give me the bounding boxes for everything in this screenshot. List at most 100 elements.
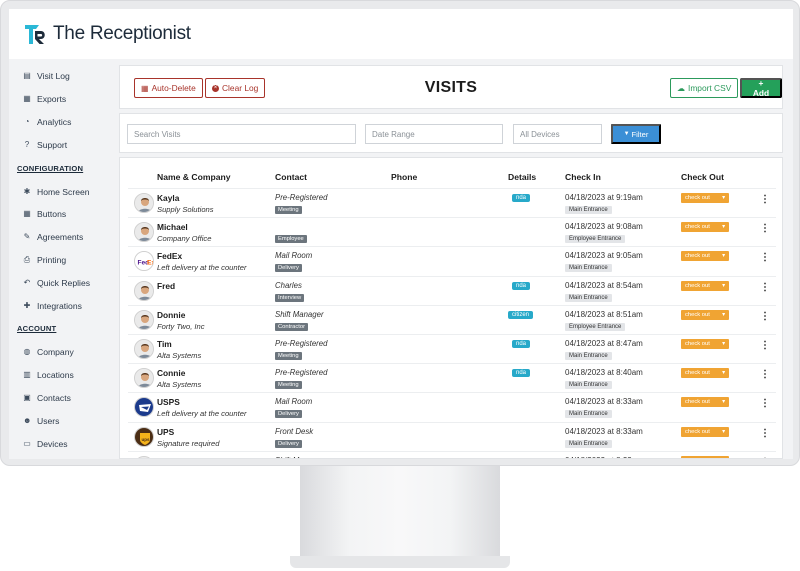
visit-type-tag: Meeting xyxy=(275,381,302,390)
table-row[interactable]: Ashley Shift Manager 04/18/2023 at 8:32am c… xyxy=(128,450,776,459)
table-row[interactable]: ups UPS Signature required Front Desk Delive… xyxy=(128,421,776,451)
table-row[interactable]: Tim Alta Systems Pre-Registered Meeting nda 0… xyxy=(128,334,776,363)
chevron-down-icon: ▾ xyxy=(722,458,725,459)
sidebar-item-label: Buttons xyxy=(37,209,67,220)
row-menu-icon[interactable]: ⋮ xyxy=(760,311,770,321)
check-out-button[interactable]: check out ▾ xyxy=(681,426,729,437)
address-book-icon: ▣ xyxy=(23,392,31,402)
devices-select[interactable]: All Devices xyxy=(513,124,602,144)
column-header-check-out[interactable]: Check Out xyxy=(681,172,724,182)
row-menu-icon[interactable]: ⋮ xyxy=(760,341,770,351)
check-in-location: Main Entrance xyxy=(565,293,612,302)
search-input[interactable] xyxy=(127,124,356,144)
sidebar-item-label: Home Screen xyxy=(37,186,90,197)
tablet-icon: ▭ xyxy=(23,438,31,448)
check-out-label: check out xyxy=(685,370,710,377)
check-in-location: Main Entrance xyxy=(565,352,612,360)
check-in-location: Main Entrance xyxy=(565,206,612,214)
monitor-stand-base xyxy=(290,556,510,568)
table-row[interactable]: Donnie Forty Two, Inc Shift Manager Contrac… xyxy=(128,304,776,334)
table-row[interactable]: USPS Left delivery at the counter Mail Roo… xyxy=(128,392,776,421)
row-menu-icon[interactable]: ⋮ xyxy=(760,282,770,292)
filter-button[interactable]: ▼ Filter xyxy=(611,124,661,144)
printer-icon: ⎙ xyxy=(23,254,31,264)
sidebar-item-support[interactable]: ? Support xyxy=(9,133,109,156)
check-out-button[interactable]: check out ▾ xyxy=(681,397,729,408)
add-button[interactable]: + Add xyxy=(740,78,782,98)
sidebar-section-account: ACCOUNT xyxy=(17,324,57,334)
sidebar-item-devices[interactable]: ▭ Devices xyxy=(9,432,109,455)
gear-icon: ✱ xyxy=(23,186,31,196)
avatar xyxy=(134,309,154,330)
check-out-label: check out xyxy=(685,341,710,347)
sidebar-item-quick-replies[interactable]: ↶ Quick Replies xyxy=(9,271,109,294)
table-row[interactable]: Kayla Supply Solutions Pre-Registered Meeti… xyxy=(128,188,776,217)
sidebar-item-printing[interactable]: ⎙ Printing xyxy=(9,249,109,272)
check-out-button[interactable]: check out ▾ xyxy=(681,368,729,379)
chevron-down-icon: ▾ xyxy=(722,311,725,318)
sidebar-item-locations[interactable]: ▥ Locations xyxy=(9,364,109,387)
puzzle-icon: ✚ xyxy=(23,300,31,310)
sidebar-item-label: Integrations xyxy=(37,300,82,311)
sidebar-section-configuration: CONFIGURATION xyxy=(17,163,84,173)
visit-type-tag: Employee xyxy=(275,235,307,244)
row-menu-icon[interactable]: ⋮ xyxy=(760,253,770,263)
check-in-time: 04/18/2023 at 8:32am xyxy=(565,456,643,458)
check-out-label: check out xyxy=(685,282,710,289)
column-header-check-in[interactable]: Check In xyxy=(565,172,601,182)
check-out-label: check out xyxy=(685,311,710,318)
sidebar-item-exports[interactable]: ▦ Exports xyxy=(9,88,109,111)
avatar xyxy=(134,368,154,389)
sidebar-item-label: Locations xyxy=(37,370,74,381)
row-menu-icon[interactable]: ⋮ xyxy=(760,195,770,205)
sidebar-item-agreements[interactable]: ✎ Agreements xyxy=(9,226,109,249)
row-menu-icon[interactable]: ⋮ xyxy=(760,399,770,409)
column-header-phone[interactable]: Phone xyxy=(391,172,417,182)
check-out-button[interactable]: check out ▾ xyxy=(681,193,729,203)
sidebar-item-company[interactable]: ◍ Company xyxy=(9,341,109,364)
monitor-frame: The Receptionist ▤ Visit Log ▦ Exports ◔ Anal… xyxy=(0,0,800,466)
visit-contact: Shift Manager xyxy=(275,309,324,319)
monitor-stand xyxy=(300,466,500,566)
table-row[interactable]: FedExFedExLeft delivery at the counter Ma… xyxy=(128,246,776,275)
check-in-time: 04/18/2023 at 9:05am xyxy=(565,251,643,261)
import-csv-button[interactable]: ☁ Import CSV xyxy=(670,78,739,98)
sidebar-item-contacts[interactable]: ▣ Contacts xyxy=(9,387,109,410)
check-out-button[interactable]: check out ▾ xyxy=(681,251,729,262)
check-out-button[interactable]: check out ▾ xyxy=(681,222,729,233)
check-out-button[interactable]: check out ▾ xyxy=(681,455,729,459)
check-in-time: 04/18/2023 at 8:47am xyxy=(565,339,643,348)
check-out-button[interactable]: check out ▾ xyxy=(681,280,729,291)
sidebar-item-visit-log[interactable]: ▤ Visit Log xyxy=(9,65,109,88)
sidebar-item-analytics[interactable]: ◔ Analytics xyxy=(9,111,109,134)
visits-table: Name & Company Contact Phone Details Check I… xyxy=(119,157,783,459)
sidebar-item-integrations[interactable]: ✚ Integrations xyxy=(9,294,109,317)
sidebar-item-users[interactable]: ☻ Users xyxy=(9,409,109,432)
reply-icon: ↶ xyxy=(23,277,31,287)
details-badge: nda xyxy=(512,281,531,290)
visit-contact: Pre-Registered xyxy=(275,193,328,202)
sidebar-item-label: Users xyxy=(37,415,60,426)
check-out-button[interactable]: check out ▾ xyxy=(681,339,729,349)
column-header-name-company[interactable]: Name & Company xyxy=(157,172,231,182)
check-in-time: 04/18/2023 at 8:54am xyxy=(565,280,643,290)
check-out-label: check out xyxy=(685,195,710,201)
handshake-icon: ✎ xyxy=(23,232,31,242)
column-header-details[interactable]: Details xyxy=(508,172,536,182)
users-icon: ☻ xyxy=(23,415,32,425)
row-menu-icon[interactable]: ⋮ xyxy=(760,224,770,234)
check-in-time: 04/18/2023 at 8:51am xyxy=(565,309,643,319)
check-out-button[interactable]: check out ▾ xyxy=(681,309,729,320)
row-menu-icon[interactable]: ⋮ xyxy=(760,428,770,438)
visitor-name: Ashley xyxy=(157,456,184,458)
table-row[interactable]: Fred Charles Interview nda 04/18/2023 at 8:5… xyxy=(128,275,776,305)
row-menu-icon[interactable]: ⋮ xyxy=(760,370,770,380)
table-row[interactable]: Connie Alta Systems Pre-Registered Meeting n… xyxy=(128,363,776,392)
chevron-down-icon: ▾ xyxy=(722,224,725,231)
table-row[interactable]: Michael Company Office Employee 04/18/2023 … xyxy=(128,217,776,246)
date-range-input[interactable] xyxy=(365,124,503,144)
column-header-contact[interactable]: Contact xyxy=(275,172,307,182)
visit-type-tag: Delivery xyxy=(275,410,302,419)
sidebar-item-buttons[interactable]: ▦ Buttons xyxy=(9,203,109,226)
sidebar-item-home-screen[interactable]: ✱ Home Screen xyxy=(9,180,109,203)
